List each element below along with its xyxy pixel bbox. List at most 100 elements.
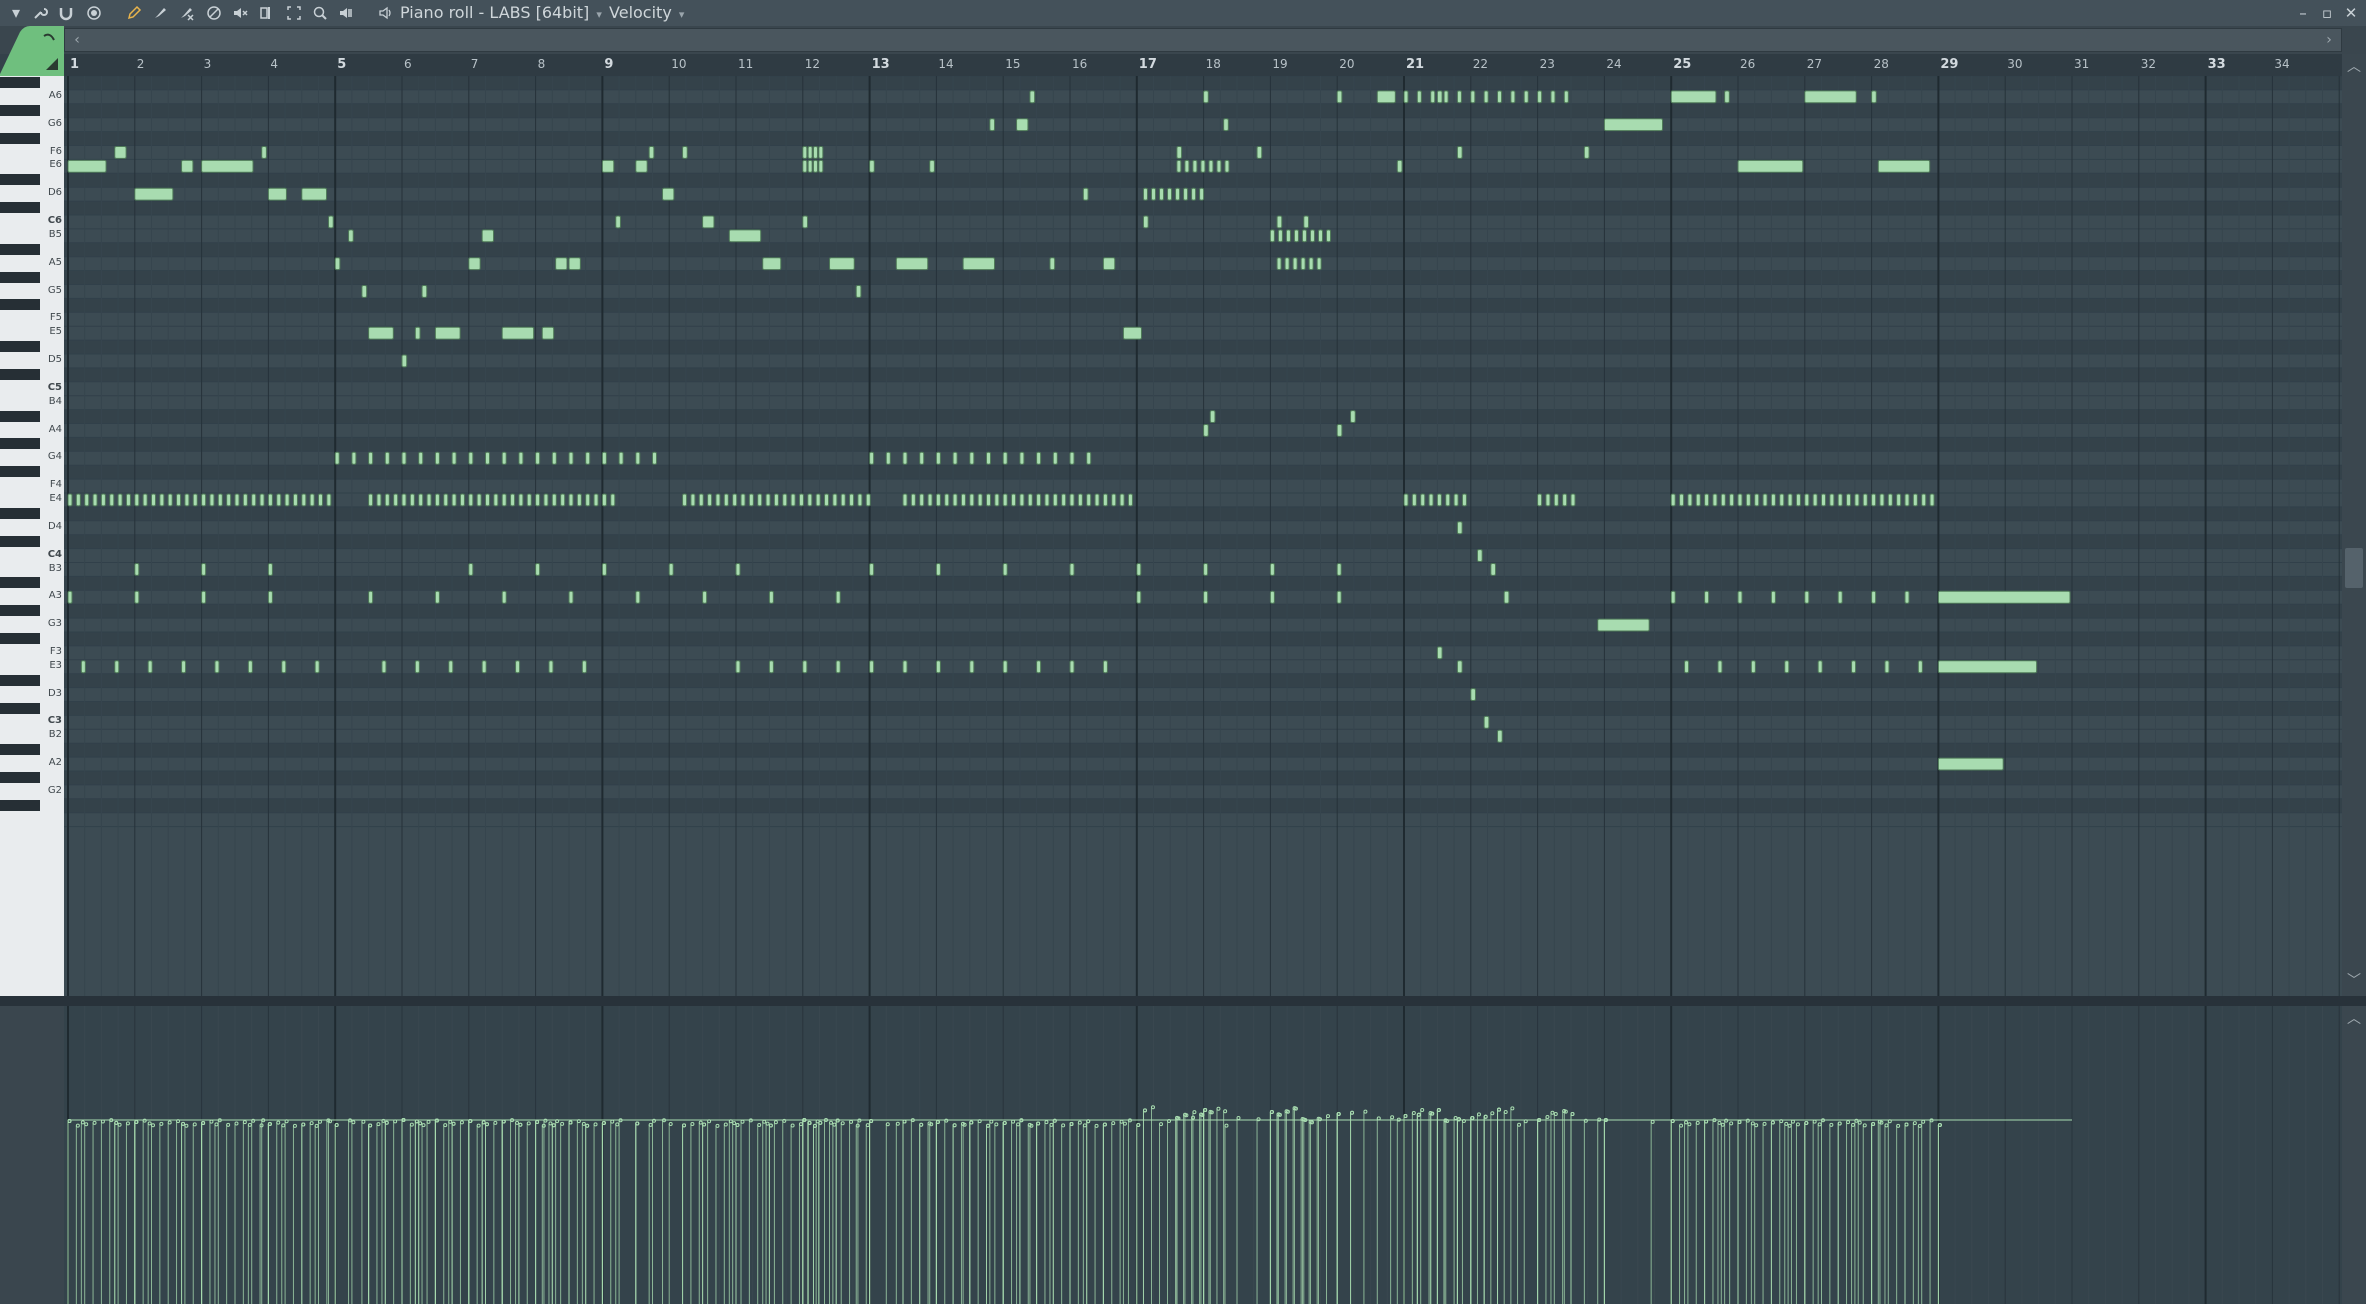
note[interactable] bbox=[1483, 90, 1489, 104]
note[interactable] bbox=[1191, 187, 1197, 201]
note[interactable] bbox=[1453, 493, 1459, 507]
note[interactable] bbox=[1159, 187, 1165, 201]
note[interactable] bbox=[1203, 90, 1209, 104]
note[interactable] bbox=[1316, 257, 1322, 271]
velocity-editor[interactable] bbox=[64, 1006, 2357, 1304]
scroll-right-icon[interactable]: › bbox=[2320, 29, 2338, 51]
note[interactable] bbox=[910, 493, 916, 507]
note[interactable] bbox=[1904, 493, 1910, 507]
bar-number[interactable]: 5 bbox=[337, 57, 346, 72]
note[interactable] bbox=[1583, 146, 1590, 159]
note[interactable] bbox=[501, 326, 535, 340]
note[interactable] bbox=[869, 451, 875, 465]
note[interactable] bbox=[1269, 563, 1275, 576]
black-key[interactable] bbox=[0, 104, 40, 116]
note[interactable] bbox=[757, 493, 763, 507]
note[interactable] bbox=[84, 493, 90, 507]
note[interactable] bbox=[468, 563, 474, 576]
note[interactable] bbox=[1029, 90, 1036, 104]
bar-number[interactable]: 14 bbox=[938, 57, 953, 71]
note[interactable] bbox=[67, 159, 107, 173]
note[interactable] bbox=[1745, 493, 1751, 507]
note[interactable] bbox=[849, 493, 855, 507]
note[interactable] bbox=[1787, 493, 1793, 507]
note[interactable] bbox=[301, 187, 328, 201]
note[interactable] bbox=[468, 451, 474, 465]
note[interactable] bbox=[1223, 118, 1229, 132]
bar-number[interactable]: 29 bbox=[1940, 57, 1958, 72]
note[interactable] bbox=[682, 493, 688, 507]
note[interactable] bbox=[292, 493, 298, 507]
note[interactable] bbox=[1019, 451, 1025, 465]
note[interactable] bbox=[1461, 493, 1467, 507]
note[interactable] bbox=[1376, 90, 1396, 104]
note[interactable] bbox=[1704, 493, 1710, 507]
note[interactable] bbox=[348, 229, 354, 243]
note[interactable] bbox=[142, 493, 148, 507]
note[interactable] bbox=[869, 660, 875, 674]
note[interactable] bbox=[1804, 590, 1810, 604]
note[interactable] bbox=[812, 146, 818, 159]
note[interactable] bbox=[1061, 493, 1067, 507]
note[interactable] bbox=[935, 660, 941, 674]
bar-number[interactable]: 24 bbox=[1606, 57, 1621, 71]
note[interactable] bbox=[601, 563, 607, 576]
note[interactable] bbox=[902, 660, 908, 674]
note[interactable] bbox=[869, 159, 875, 173]
note[interactable] bbox=[434, 493, 440, 507]
note[interactable] bbox=[1887, 493, 1893, 507]
note[interactable] bbox=[702, 590, 708, 604]
horizontal-scrollbar[interactable] bbox=[64, 28, 2342, 52]
note[interactable] bbox=[351, 451, 357, 465]
note[interactable] bbox=[1470, 90, 1476, 104]
note[interactable] bbox=[824, 493, 830, 507]
note[interactable] bbox=[468, 257, 481, 271]
black-key[interactable] bbox=[0, 299, 40, 311]
note[interactable] bbox=[568, 451, 574, 465]
black-key[interactable] bbox=[0, 202, 40, 214]
note[interactable] bbox=[1326, 229, 1332, 243]
note[interactable] bbox=[100, 493, 106, 507]
note[interactable] bbox=[601, 493, 607, 507]
note[interactable] bbox=[748, 493, 754, 507]
note[interactable] bbox=[1917, 660, 1923, 674]
note[interactable] bbox=[1795, 493, 1801, 507]
note[interactable] bbox=[1049, 257, 1056, 271]
paint-brush-icon[interactable] bbox=[150, 3, 170, 23]
piano-keyboard[interactable]: A7G7F7E7D7C7B6A6G6F6E6D6C6B5A5G5F5E5D5C5… bbox=[0, 76, 64, 996]
note[interactable] bbox=[857, 493, 863, 507]
record-icon[interactable] bbox=[84, 3, 104, 23]
note[interactable] bbox=[201, 493, 207, 507]
note[interactable] bbox=[134, 563, 140, 576]
bar-number[interactable]: 1 bbox=[70, 57, 79, 72]
note[interactable] bbox=[1011, 493, 1017, 507]
note[interactable] bbox=[1203, 424, 1209, 437]
note[interactable] bbox=[368, 493, 374, 507]
note[interactable] bbox=[807, 493, 813, 507]
note[interactable] bbox=[1136, 590, 1142, 604]
note[interactable] bbox=[895, 257, 929, 271]
note[interactable] bbox=[1176, 159, 1182, 173]
note[interactable] bbox=[209, 493, 215, 507]
note[interactable] bbox=[459, 493, 465, 507]
bar-number[interactable]: 33 bbox=[2208, 57, 2226, 72]
magnet-icon[interactable] bbox=[56, 3, 76, 23]
note[interactable] bbox=[1456, 521, 1463, 535]
note[interactable] bbox=[768, 590, 774, 604]
note[interactable] bbox=[1175, 187, 1181, 201]
note[interactable] bbox=[1142, 187, 1148, 201]
black-key[interactable] bbox=[0, 438, 40, 450]
slice-icon[interactable] bbox=[256, 3, 276, 23]
note[interactable] bbox=[1456, 146, 1463, 159]
note[interactable] bbox=[1490, 563, 1497, 576]
note[interactable] bbox=[421, 285, 428, 298]
playback-icon[interactable] bbox=[336, 3, 356, 23]
note[interactable] bbox=[1603, 118, 1664, 132]
note[interactable] bbox=[1209, 410, 1216, 424]
bar-number[interactable]: 6 bbox=[404, 57, 412, 71]
note[interactable] bbox=[1670, 493, 1676, 507]
note[interactable] bbox=[267, 493, 273, 507]
pane-divider[interactable] bbox=[0, 996, 2366, 1006]
note[interactable] bbox=[518, 493, 524, 507]
bar-number[interactable]: 8 bbox=[538, 57, 546, 71]
